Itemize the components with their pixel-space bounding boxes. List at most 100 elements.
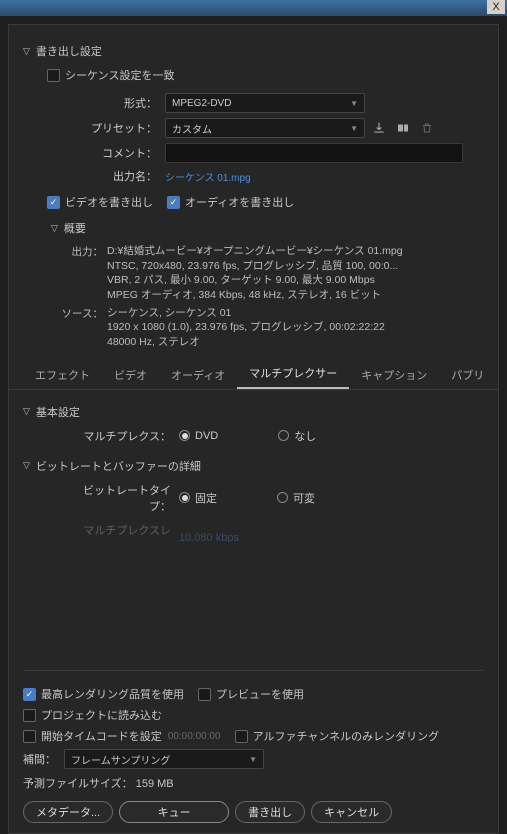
summary-header[interactable]: ▽ 概要	[51, 220, 484, 236]
bottom-options: ✓ 最高レンダリング品質を使用 プレビューを使用 プロジェクトに読み込む 開始タ…	[23, 670, 484, 823]
cancel-button[interactable]: キャンセル	[311, 801, 392, 823]
comment-label: コメント：	[47, 145, 165, 161]
bitrate-settings-title: ビットレートとバッファーの詳細	[36, 458, 201, 474]
set-timecode-label: 開始タイムコードを設定	[41, 728, 162, 744]
multiplex-none-radio[interactable]: なし	[278, 428, 316, 444]
tab-multiplexer[interactable]: マルチプレクサー	[237, 359, 349, 389]
radio-icon	[278, 430, 289, 441]
radio-icon	[179, 492, 190, 503]
export-settings-header[interactable]: ▽ 書き出し設定	[23, 43, 484, 59]
bitrate-variable-label: 可変	[293, 490, 315, 506]
tab-video[interactable]: ビデオ	[102, 361, 159, 389]
match-sequence-checkbox[interactable]: シーケンス設定を一致	[47, 67, 484, 83]
import-project-label: プロジェクトに読み込む	[41, 707, 162, 723]
muxrate-label: マルチプレクスレート：	[83, 522, 179, 542]
basic-settings-header[interactable]: ▽ 基本設定	[23, 404, 484, 420]
tab-audio[interactable]: オーディオ	[159, 361, 237, 389]
bitrate-fixed-radio[interactable]: 固定	[179, 490, 217, 506]
output-name-link[interactable]: シーケンス 01.mpg	[165, 169, 251, 184]
bitrate-type-label: ビットレートタイプ：	[83, 482, 179, 514]
interpolation-dropdown[interactable]: フレームサンプリング ▼	[64, 749, 264, 769]
max-quality-checkbox[interactable]: ✓ 最高レンダリング品質を使用	[23, 686, 184, 702]
metadata-button[interactable]: メタデータ...	[23, 801, 113, 823]
export-audio-checkbox[interactable]: ✓ オーディオを書き出し	[167, 194, 294, 210]
alpha-only-checkbox[interactable]: アルファチャンネルのみレンダリング	[235, 728, 440, 744]
preset-dropdown[interactable]: カスタム ▼	[165, 118, 365, 138]
preset-label: プリセット：	[47, 120, 165, 136]
export-settings-panel: ▽ 書き出し設定 シーケンス設定を一致 形式： MPEG2-DVD ▼ プリセッ…	[8, 24, 499, 834]
titlebar-region: X	[0, 0, 507, 16]
export-video-checkbox[interactable]: ✓ ビデオを書き出し	[47, 194, 153, 210]
use-previews-label: プレビューを使用	[216, 686, 304, 702]
radio-icon	[179, 430, 190, 441]
multiplex-label: マルチプレクス：	[83, 428, 179, 444]
chevron-down-icon: ▽	[23, 460, 30, 471]
checkbox-icon	[23, 709, 36, 722]
summary-out-label: 出力：	[51, 244, 107, 303]
summary-src-label: ソース：	[51, 306, 107, 350]
basic-settings-title: 基本設定	[36, 404, 80, 420]
summary-title: 概要	[64, 220, 86, 236]
multiplex-dvd-radio[interactable]: DVD	[179, 430, 218, 442]
export-button[interactable]: 書き出し	[235, 801, 305, 823]
bitrate-fixed-label: 固定	[195, 490, 217, 506]
muxrate-value: 10.080 kbps	[179, 532, 239, 542]
outname-label: 出力名：	[47, 168, 165, 184]
multiplex-dvd-label: DVD	[195, 430, 218, 442]
timecode-value: 00:00:00:00	[168, 731, 221, 742]
chevron-down-icon: ▽	[23, 406, 30, 417]
close-icon[interactable]: X	[487, 0, 505, 14]
summary-out-line: NTSC, 720x480, 23.976 fps, プログレッシブ, 品質 1…	[107, 259, 484, 274]
chevron-down-icon: ▽	[51, 223, 58, 234]
export-settings-title: 書き出し設定	[36, 43, 102, 59]
file-size-row: 予測ファイルサイズ： 159 MB	[23, 775, 484, 791]
multiplex-none-label: なし	[294, 428, 316, 444]
summary-out-line: VBR, 2 パス, 最小 9.00, ターゲット 9.00, 最大 9.00 …	[107, 273, 484, 288]
settings-tabs: エフェクト ビデオ オーディオ マルチプレクサー キャプション パブリ	[9, 364, 498, 390]
delete-preset-icon[interactable]	[417, 119, 437, 137]
summary-src-line: 1920 x 1080 (1.0), 23.976 fps, プログレッシブ, …	[107, 320, 484, 335]
tab-content-scroll[interactable]: ▽ 基本設定 マルチプレクス： DVD なし ▽ ビットレートとバッファーの詳細…	[23, 390, 484, 542]
checkbox-icon: ✓	[47, 196, 60, 209]
chevron-down-icon: ▽	[23, 46, 30, 57]
format-dropdown[interactable]: MPEG2-DVD ▼	[165, 93, 365, 113]
interp-label: 補間：	[23, 751, 56, 767]
bitrate-variable-radio[interactable]: 可変	[277, 490, 315, 506]
checkbox-icon: ✓	[167, 196, 180, 209]
radio-icon	[277, 492, 288, 503]
import-preset-icon[interactable]	[393, 119, 413, 137]
set-timecode-checkbox[interactable]: 開始タイムコードを設定 00:00:00:00	[23, 728, 221, 744]
comment-field[interactable]	[165, 143, 463, 163]
summary-source-row: ソース： シーケンス, シーケンス 01 1920 x 1080 (1.0), …	[51, 306, 484, 350]
import-project-checkbox[interactable]: プロジェクトに読み込む	[23, 707, 162, 723]
checkbox-icon	[235, 730, 248, 743]
format-label: 形式：	[47, 95, 165, 111]
use-previews-checkbox[interactable]: プレビューを使用	[198, 686, 304, 702]
tab-publish[interactable]: パブリ	[439, 361, 496, 389]
bitrate-settings-header[interactable]: ▽ ビットレートとバッファーの詳細	[23, 458, 484, 474]
max-quality-label: 最高レンダリング品質を使用	[41, 686, 184, 702]
filesize-value: 159 MB	[136, 778, 174, 790]
summary-out-line: D:¥結婚式ムービー¥オープニングムービー¥シーケンス 01.mpg	[107, 244, 484, 259]
filesize-label: 予測ファイルサイズ：	[23, 778, 133, 790]
export-video-label: ビデオを書き出し	[65, 194, 153, 210]
chevron-down-icon: ▼	[249, 755, 257, 764]
checkbox-icon	[47, 69, 60, 82]
export-audio-label: オーディオを書き出し	[185, 194, 294, 210]
chevron-down-icon: ▼	[350, 99, 358, 108]
checkbox-icon	[198, 688, 211, 701]
checkbox-icon: ✓	[23, 688, 36, 701]
save-preset-icon[interactable]	[369, 119, 389, 137]
match-sequence-label: シーケンス設定を一致	[65, 67, 174, 83]
summary-src-line: シーケンス, シーケンス 01	[107, 306, 484, 321]
chevron-down-icon: ▼	[350, 124, 358, 133]
tab-effects[interactable]: エフェクト	[23, 361, 102, 389]
summary-src-line: 48000 Hz, ステレオ	[107, 335, 484, 350]
summary-output-row: 出力： D:¥結婚式ムービー¥オープニングムービー¥シーケンス 01.mpg N…	[51, 244, 484, 303]
format-value: MPEG2-DVD	[172, 98, 231, 109]
interp-value: フレームサンプリング	[71, 752, 170, 767]
queue-button[interactable]: キュー	[119, 801, 229, 823]
alpha-only-label: アルファチャンネルのみレンダリング	[253, 728, 440, 744]
tab-captions[interactable]: キャプション	[349, 361, 439, 389]
checkbox-icon	[23, 730, 36, 743]
